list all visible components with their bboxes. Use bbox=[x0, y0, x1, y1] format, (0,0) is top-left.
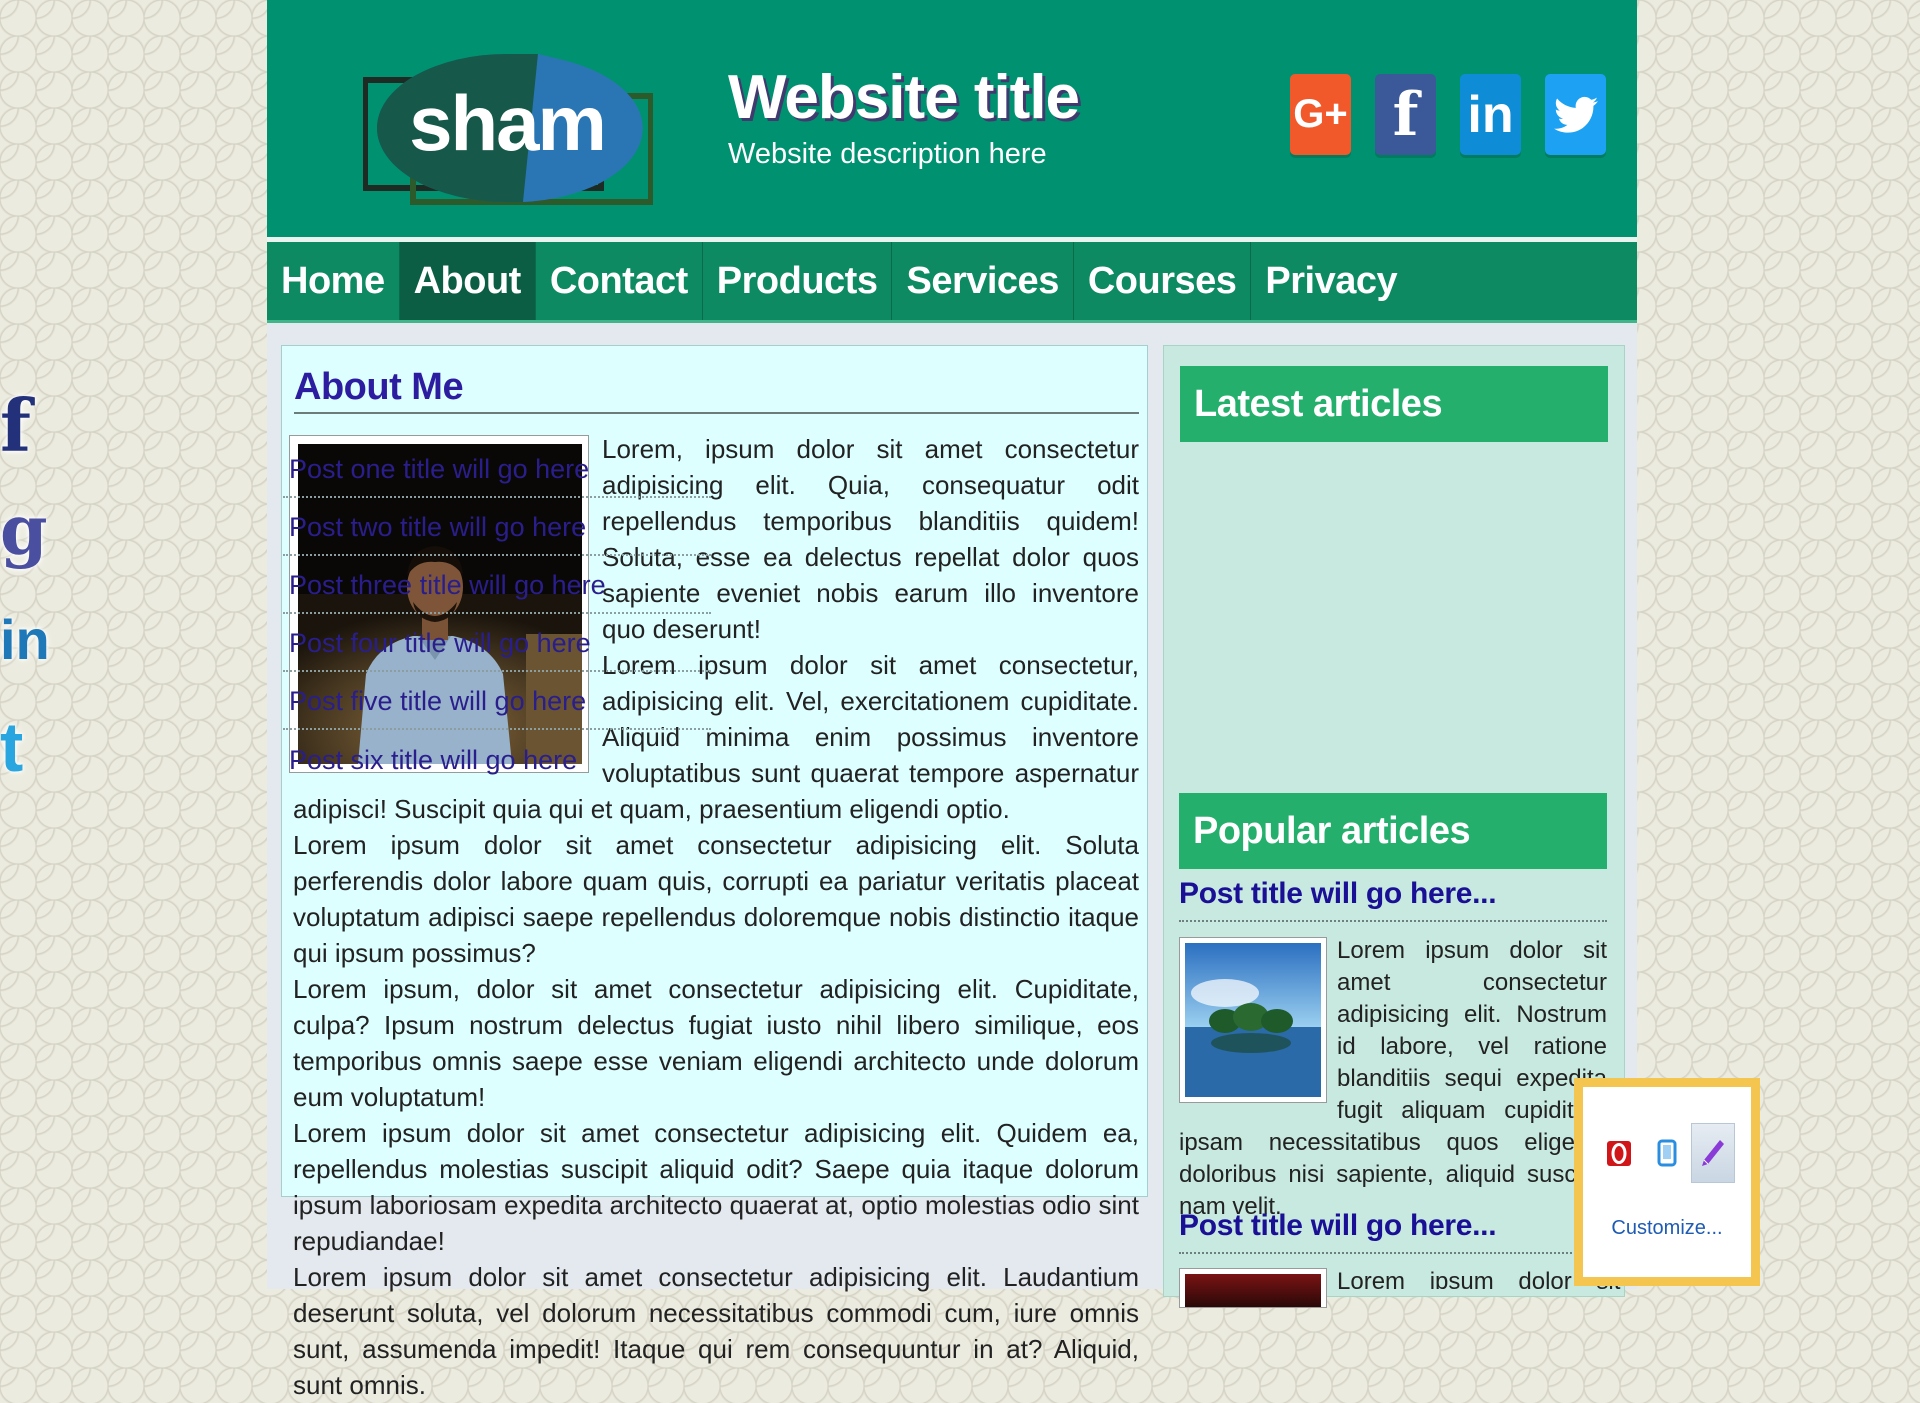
site-logo[interactable]: sham bbox=[363, 52, 653, 208]
site-header: sham Website title Website description h… bbox=[267, 0, 1637, 242]
lake-image bbox=[1185, 943, 1321, 1097]
google-side-label: g bbox=[0, 491, 48, 571]
nav-products[interactable]: Products bbox=[703, 242, 893, 320]
pen-tool-icon bbox=[1702, 1140, 1724, 1166]
facebook-label: f bbox=[1392, 79, 1419, 150]
customize-link[interactable]: Customize... bbox=[1583, 1217, 1751, 1240]
opera-icon[interactable] bbox=[1597, 1123, 1641, 1183]
google-plus-icon[interactable]: G+ bbox=[1290, 74, 1351, 155]
linkedin-icon[interactable]: in bbox=[1460, 74, 1521, 155]
latest-post-link[interactable]: Post six title will go here bbox=[283, 732, 711, 788]
latest-post-link[interactable]: Post four title will go here bbox=[283, 616, 711, 672]
about-paragraph: Lorem ipsum dolor sit amet consectetur a… bbox=[293, 1118, 1139, 1256]
nav-contact[interactable]: Contact bbox=[536, 242, 703, 320]
facebook-icon[interactable]: f bbox=[1375, 74, 1436, 155]
popular-post-divider bbox=[1179, 1252, 1607, 1254]
phone-icon[interactable] bbox=[1645, 1123, 1689, 1183]
google-plus-label: G+ bbox=[1293, 92, 1348, 136]
nav-about[interactable]: About bbox=[399, 242, 536, 320]
main-navigation: Home About Contact Products Services Cou… bbox=[267, 242, 1637, 323]
twitter-side-icon[interactable]: t bbox=[0, 704, 60, 790]
popular-post-divider bbox=[1179, 920, 1607, 922]
google-side-icon[interactable]: g bbox=[0, 488, 60, 574]
facebook-side-label: f bbox=[0, 382, 31, 468]
pen-icon[interactable] bbox=[1691, 1123, 1735, 1183]
latest-post-link[interactable]: Post two title will go here bbox=[283, 500, 711, 556]
linkedin-label: in bbox=[1467, 85, 1514, 144]
toolbar-customize-popup: Customize... bbox=[1574, 1078, 1760, 1286]
logo-text: sham bbox=[409, 79, 605, 167]
opera-logo-icon bbox=[1607, 1141, 1631, 1166]
header-social-links: G+ f in bbox=[1290, 74, 1606, 155]
nav-home[interactable]: Home bbox=[267, 242, 400, 320]
twitter-icon[interactable] bbox=[1545, 74, 1606, 155]
mobile-device-icon bbox=[1657, 1139, 1677, 1167]
popular-post-thumbnail[interactable] bbox=[1179, 1268, 1327, 1308]
twitter-side-label: t bbox=[0, 708, 24, 786]
latest-articles-heading: Latest articles bbox=[1180, 366, 1608, 442]
page-container: sham Website title Website description h… bbox=[267, 0, 1637, 1400]
popular-post-thumbnail[interactable] bbox=[1179, 937, 1327, 1103]
linkedin-side-label: in bbox=[0, 607, 50, 671]
about-heading: About Me bbox=[294, 366, 464, 408]
nav-privacy[interactable]: Privacy bbox=[1251, 242, 1411, 320]
latest-post-link[interactable]: Post one title will go here bbox=[283, 442, 711, 498]
latest-post-link[interactable]: Post five title will go here bbox=[283, 674, 711, 730]
site-title: Website title bbox=[728, 63, 1080, 132]
heading-divider bbox=[294, 412, 1139, 414]
twitter-bird-icon bbox=[1553, 96, 1598, 133]
nav-services[interactable]: Services bbox=[892, 242, 1074, 320]
linkedin-side-icon[interactable]: in bbox=[0, 596, 60, 682]
about-paragraph: Lorem ipsum dolor sit amet consectetur a… bbox=[293, 830, 1139, 968]
popular-articles-heading: Popular articles bbox=[1179, 793, 1607, 869]
nav-courses[interactable]: Courses bbox=[1074, 242, 1252, 320]
about-paragraph: Lorem ipsum dolor sit amet consectetur a… bbox=[293, 1262, 1139, 1400]
red-thumbnail-image bbox=[1185, 1274, 1321, 1307]
site-description: Website description here bbox=[728, 138, 1047, 170]
latest-post-link[interactable]: Post three title will go here bbox=[283, 558, 711, 614]
latest-articles-list: Post one title will go here Post two tit… bbox=[283, 442, 711, 790]
popup-panel: Customize... bbox=[1583, 1087, 1751, 1277]
popular-post-title[interactable]: Post title will go here... bbox=[1179, 877, 1497, 911]
popular-post-title[interactable]: Post title will go here... bbox=[1179, 1209, 1497, 1243]
about-paragraph: Lorem ipsum, dolor sit amet consectetur … bbox=[293, 974, 1139, 1112]
facebook-side-icon[interactable]: f bbox=[0, 382, 60, 468]
